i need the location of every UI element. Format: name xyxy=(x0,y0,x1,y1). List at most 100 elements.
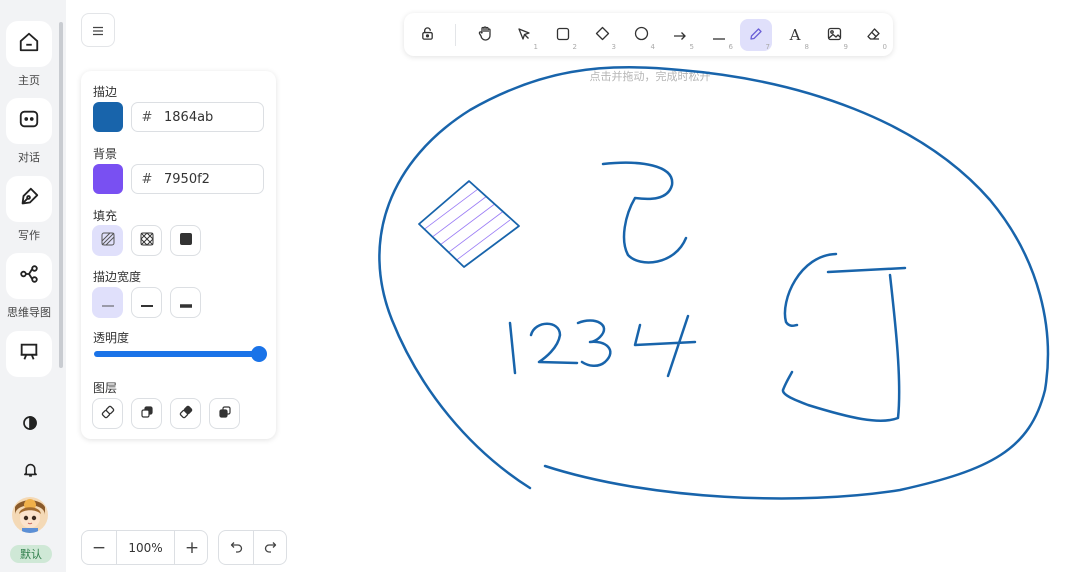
stroke-width-bold-button[interactable] xyxy=(131,287,162,318)
fill-solid-button[interactable] xyxy=(170,225,201,256)
nav-write-button[interactable] xyxy=(6,176,52,222)
hachure-fill-icon xyxy=(101,231,115,250)
nav-item-presentation[interactable] xyxy=(0,331,58,377)
stroke-hex-input[interactable]: # 1864ab xyxy=(131,102,264,132)
nav-item-home[interactable]: 主页 xyxy=(0,21,58,88)
eraser-icon xyxy=(866,26,881,45)
tool-image[interactable]: 9 xyxy=(818,19,850,51)
tool-key-diamond: 3 xyxy=(611,43,616,51)
freehand-glyph-top xyxy=(601,161,688,264)
nav-label-chat: 对话 xyxy=(18,151,40,164)
nav-home-button[interactable] xyxy=(6,21,52,67)
arrow-icon xyxy=(673,26,687,45)
layer-label: 图层 xyxy=(93,381,118,395)
avatar[interactable] xyxy=(12,497,48,533)
tool-eraser[interactable]: 0 xyxy=(857,19,889,51)
chat-icon xyxy=(18,108,40,134)
hamburger-icon xyxy=(92,21,104,40)
nav-presentation-button[interactable] xyxy=(6,331,52,377)
zoom-level[interactable]: 100% xyxy=(116,531,175,564)
tool-key-eraser: 0 xyxy=(882,43,887,51)
freehand-digit-1 xyxy=(508,321,517,375)
nav-label-mindmap: 思维导图 xyxy=(7,306,51,319)
diamond-icon xyxy=(595,26,610,45)
send-to-back-button[interactable] xyxy=(92,398,123,429)
stroke-width-label: 描边宽度 xyxy=(93,270,142,284)
tool-line[interactable]: 6 xyxy=(703,19,735,51)
tool-rectangle[interactable]: 2 xyxy=(547,19,579,51)
opacity-slider-track[interactable] xyxy=(94,351,259,357)
status-badge: 默认 xyxy=(10,545,52,563)
freehand-glyph-right-stem xyxy=(781,273,901,422)
tool-arrow[interactable]: 5 xyxy=(664,19,696,51)
toolbar: 1 2 3 4 5 6 7 A 8 9 0 xyxy=(404,13,893,56)
nav-label-write: 写作 xyxy=(18,229,40,242)
freehand-digit-4 xyxy=(633,314,697,378)
stroke-width-extrabold-button[interactable] xyxy=(170,287,201,318)
tool-key-line: 6 xyxy=(728,43,733,51)
opacity-slider-thumb[interactable] xyxy=(251,346,267,362)
properties-panel: 描边 # 1864ab 背景 # 7950f2 填充 描边宽度 透明度 图层 xyxy=(81,71,276,439)
freehand-ellipse-stroke xyxy=(378,65,1050,500)
tool-key-select: 1 xyxy=(533,43,538,51)
stroke-hex-value: 1864ab xyxy=(164,109,214,125)
presentation-icon xyxy=(18,341,40,367)
tool-key-arrow: 5 xyxy=(689,43,694,51)
tool-key-rectangle: 2 xyxy=(572,43,577,51)
background-hex-input[interactable]: # 7950f2 xyxy=(131,164,264,194)
rail-scrollbar[interactable] xyxy=(59,22,63,368)
send-to-back-icon xyxy=(101,404,115,423)
left-rail: 主页 对话 写作 思维导图 默认 xyxy=(0,0,66,572)
nav-item-write[interactable]: 写作 xyxy=(0,176,58,243)
tool-text[interactable]: A 8 xyxy=(779,19,811,51)
nav-item-mindmap[interactable]: 思维导图 xyxy=(0,253,58,320)
extra-bold-line-icon xyxy=(179,293,193,312)
mindmap-icon xyxy=(18,263,40,289)
tool-select[interactable]: 1 xyxy=(508,19,540,51)
crosshatch-fill-icon xyxy=(140,231,154,250)
tool-hand[interactable] xyxy=(469,19,501,51)
background-color-swatch[interactable] xyxy=(93,164,123,194)
tool-diamond[interactable]: 3 xyxy=(586,19,618,51)
theme-toggle-icon[interactable] xyxy=(17,410,43,436)
tool-lock[interactable] xyxy=(411,19,443,51)
toolbar-divider xyxy=(455,24,456,46)
background-hash: # xyxy=(141,171,153,187)
tool-draw[interactable]: 7 xyxy=(740,19,772,51)
freehand-glyph-right-top xyxy=(783,252,838,327)
unlock-icon xyxy=(420,26,435,45)
nav-mindmap-button[interactable] xyxy=(6,253,52,299)
background-hex-value: 7950f2 xyxy=(164,171,210,187)
bring-forward-icon xyxy=(179,404,193,423)
home-icon xyxy=(18,31,40,57)
stroke-label: 描边 xyxy=(93,85,118,99)
redo-icon xyxy=(264,538,277,557)
opacity-label: 透明度 xyxy=(93,331,130,345)
thin-line-icon xyxy=(101,293,115,312)
redo-button[interactable] xyxy=(253,531,287,564)
bell-icon[interactable] xyxy=(17,456,43,482)
stroke-color-swatch[interactable] xyxy=(93,102,123,132)
line-icon xyxy=(712,26,726,45)
stroke-width-thin-button[interactable] xyxy=(92,287,123,318)
solid-fill-icon xyxy=(179,231,193,250)
canvas-hint: 点击并拖动，完成时松开 xyxy=(589,70,711,83)
zoom-out-button[interactable]: − xyxy=(82,531,116,564)
nav-item-chat[interactable]: 对话 xyxy=(0,98,58,165)
send-backward-button[interactable] xyxy=(131,398,162,429)
freehand-glyph-right-bar xyxy=(826,266,907,274)
fill-label: 填充 xyxy=(93,209,118,223)
nav-chat-button[interactable] xyxy=(6,98,52,144)
tool-ellipse[interactable]: 4 xyxy=(625,19,657,51)
zoom-controls: − 100% + xyxy=(81,530,208,565)
history-controls xyxy=(218,530,287,565)
menu-button[interactable] xyxy=(81,13,115,47)
fill-crosshatch-button[interactable] xyxy=(131,225,162,256)
fill-hachure-button[interactable] xyxy=(92,225,123,256)
bring-to-front-button[interactable] xyxy=(209,398,240,429)
text-icon: A xyxy=(789,26,801,44)
zoom-in-button[interactable]: + xyxy=(175,531,209,564)
undo-button[interactable] xyxy=(219,531,253,564)
bring-forward-button[interactable] xyxy=(170,398,201,429)
hatched-diamond-shape xyxy=(418,180,520,268)
